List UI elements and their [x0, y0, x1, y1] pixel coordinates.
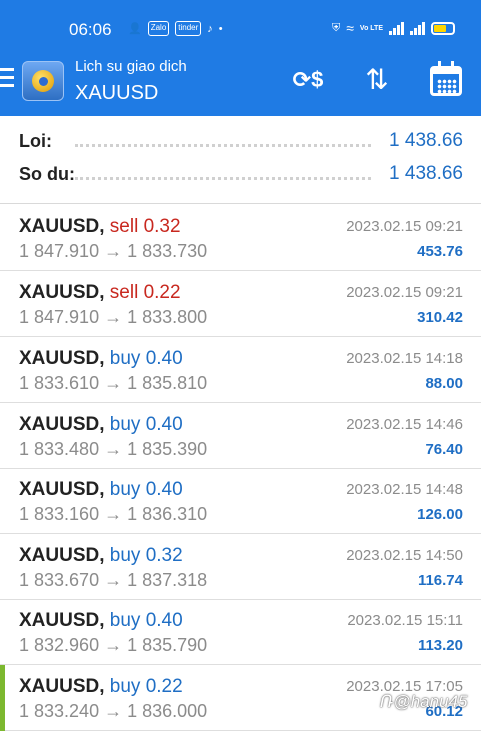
deal-action: buy 0.40 [109, 479, 183, 500]
deal-prices: 1 832.960 → 1 835.790 [19, 635, 208, 655]
deal-symbol: XAUUSD, [19, 545, 105, 566]
app-toolbar: 06:06 👤 Zalo tinder ♪ • ⛨ ≈ Vo LTE Lich … [0, 0, 481, 116]
deal-symbol: XAUUSD, [19, 414, 105, 435]
symbol-title[interactable]: XAUUSD [75, 82, 158, 105]
status-system-icons: ⛨ ≈ Vo LTE [332, 20, 455, 36]
deal-time: 2023.02.15 09:21 [346, 284, 463, 301]
deal-row[interactable]: XAUUSD, sell 0.22 1 847.910 → 1 833.800 20… [0, 271, 481, 337]
deal-row[interactable]: XAUUSD, buy 0.40 1 833.610 → 1 835.810 202… [0, 337, 481, 403]
signal-icon [410, 21, 425, 35]
app-logo [22, 61, 64, 101]
deal-prices: 1 833.610 → 1 835.810 [19, 373, 208, 393]
watermark: Ռ@hanu45 [380, 692, 468, 711]
deal-profit: 453.76 [417, 243, 463, 260]
deal-row[interactable]: XAUUSD, sell 0.32 1 847.910 → 1 833.730 20… [0, 205, 481, 271]
menu-icon[interactable] [0, 68, 14, 90]
deal-action: buy 0.40 [109, 348, 183, 369]
status-bar: 06:06 👤 Zalo tinder ♪ • ⛨ ≈ Vo LTE [0, 14, 481, 48]
profit-label: Loi: [19, 131, 52, 151]
wifi-icon: ≈ [346, 20, 354, 36]
deal-prices: 1 847.910 → 1 833.800 [19, 307, 208, 327]
deal-title: XAUUSD, buy 0.40 [19, 414, 183, 436]
deal-prices: 1 833.240 → 1 836.000 [19, 701, 208, 721]
deal-prices: 1 833.670 → 1 837.318 [19, 570, 208, 590]
deal-time: 2023.02.15 15:11 [347, 612, 463, 629]
deal-symbol: XAUUSD, [19, 216, 105, 237]
page-title: Lich su giao dich [75, 58, 187, 75]
deal-time: 2023.02.15 09:21 [346, 218, 463, 235]
deal-time: 2023.02.15 14:46 [346, 416, 463, 433]
balance-label: So du: [19, 164, 75, 184]
deal-symbol: XAUUSD, [19, 676, 105, 697]
deal-title: XAUUSD, buy 0.32 [19, 545, 183, 567]
deal-action: buy 0.22 [109, 676, 183, 697]
battery-icon [431, 21, 455, 35]
deal-row[interactable]: XAUUSD, buy 0.32 1 833.670 → 1 837.318 202… [0, 534, 481, 600]
sort-icon[interactable]: ⇅ [359, 62, 395, 98]
deal-title: XAUUSD, buy 0.22 [19, 676, 183, 698]
balance-value: 1 438.66 [389, 163, 463, 184]
deal-action: buy 0.32 [109, 545, 183, 566]
deal-time: 2023.02.15 14:50 [346, 547, 463, 564]
deal-profit: 126.00 [417, 506, 463, 523]
deal-title: XAUUSD, sell 0.22 [19, 282, 181, 304]
deal-action: buy 0.40 [109, 414, 183, 435]
deal-symbol: XAUUSD, [19, 479, 105, 500]
deal-prices: 1 833.160 → 1 836.310 [19, 504, 208, 524]
profit-row: Loi: 1 438.66 [19, 126, 463, 156]
zalo-icon: Zalo [147, 21, 170, 36]
deal-profit: 113.20 [417, 637, 463, 654]
deal-profit: 310.42 [417, 309, 463, 326]
summary-panel: Loi: 1 438.66 So du: 1 438.66 [0, 116, 481, 204]
contacts-icon: 👤 [128, 23, 142, 35]
deal-action: sell 0.22 [109, 282, 181, 303]
deal-title: XAUUSD, buy 0.40 [19, 479, 183, 501]
deal-title: XAUUSD, sell 0.32 [19, 216, 181, 238]
deal-profit: 76.40 [425, 441, 463, 458]
shield-icon: ⛨ [331, 21, 341, 34]
deal-symbol: XAUUSD, [19, 610, 105, 631]
deal-profit: 116.74 [417, 572, 463, 589]
deal-title: XAUUSD, buy 0.40 [19, 610, 183, 632]
balance-row: So du: 1 438.66 [19, 159, 463, 189]
deal-symbol: XAUUSD, [19, 282, 105, 303]
deal-row[interactable]: XAUUSD, buy 0.40 1 833.480 → 1 835.390 202… [0, 403, 481, 469]
deal-row[interactable]: XAUUSD, buy 0.40 1 832.960 → 1 835.790 202… [0, 599, 481, 665]
deal-action: sell 0.32 [109, 216, 181, 237]
status-notification-icons: 👤 Zalo tinder ♪ • [128, 21, 223, 36]
tiktok-icon: ♪ [207, 22, 213, 35]
deal-action: buy 0.40 [109, 610, 183, 631]
dot-icon: • [218, 22, 223, 35]
deal-prices: 1 847.910 → 1 833.730 [19, 241, 208, 261]
status-time: 06:06 [69, 20, 112, 39]
deal-symbol: XAUUSD, [19, 348, 105, 369]
deal-row[interactable]: XAUUSD, buy 0.40 1 833.160 → 1 836.310 202… [0, 468, 481, 534]
dotted-leader [75, 177, 371, 180]
signal-icon [389, 21, 404, 35]
deal-profit: 88.00 [425, 375, 463, 392]
deal-title: XAUUSD, buy 0.40 [19, 348, 183, 370]
dotted-leader [75, 144, 371, 147]
profit-value: 1 438.66 [389, 130, 463, 151]
deal-time: 2023.02.15 14:48 [346, 481, 463, 498]
selected-row-marker [0, 665, 5, 731]
deal-prices: 1 833.480 → 1 835.390 [19, 439, 208, 459]
lte-icon: Vo LTE [359, 24, 383, 32]
calendar-icon[interactable] [430, 61, 462, 98]
deal-time: 2023.02.15 14:18 [346, 350, 463, 367]
tinder-icon: tinder [175, 21, 202, 36]
currency-swap-icon[interactable]: ⟳$ [289, 62, 327, 98]
